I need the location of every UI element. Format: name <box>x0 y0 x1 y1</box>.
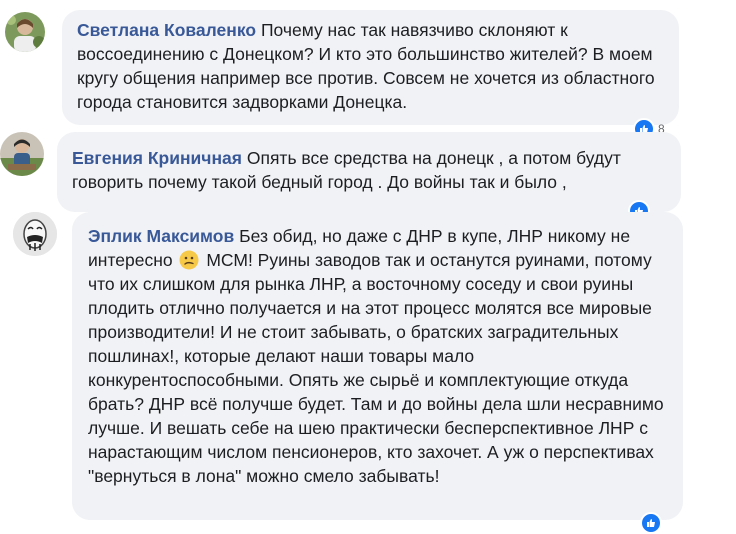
comment-author[interactable]: Светлана Коваленко <box>77 20 256 40</box>
comment-evgenia: Евгения Криничная Опять все средства на … <box>0 130 736 222</box>
comment-text: МСМ! Руины заводов так и останутся руина… <box>88 250 664 486</box>
reaction-summary[interactable] <box>640 512 662 534</box>
avatar[interactable] <box>5 12 45 52</box>
comment-eplik: Эплик Максимов Без обид, но даже с ДНР в… <box>0 212 736 534</box>
comment-svetlana: Светлана Коваленко Почему нас так навязч… <box>0 0 736 140</box>
avatar[interactable] <box>13 212 57 256</box>
confused-face-icon <box>179 250 199 270</box>
comment-bubble: Эплик Максимов Без обид, но даже с ДНР в… <box>72 212 683 520</box>
avatar[interactable] <box>0 132 44 176</box>
comment-author[interactable]: Эплик Максимов <box>88 226 234 246</box>
comment-bubble: Светлана Коваленко Почему нас так навязч… <box>62 10 679 125</box>
comment-bubble: Евгения Криничная Опять все средства на … <box>57 132 681 212</box>
like-icon <box>640 512 662 534</box>
comment-author[interactable]: Евгения Криничная <box>72 148 242 168</box>
